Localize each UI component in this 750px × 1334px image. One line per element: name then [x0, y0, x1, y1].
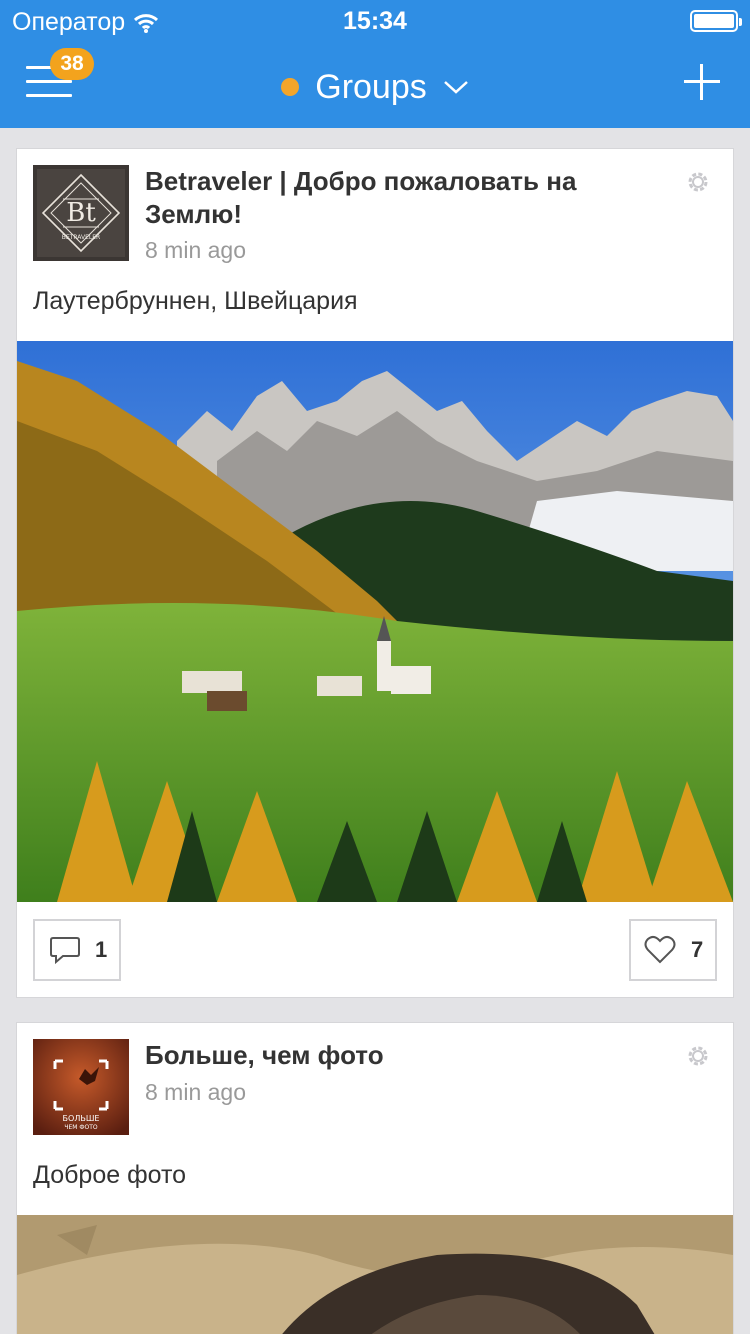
battery-icon [690, 10, 742, 32]
status-dot [281, 78, 300, 96]
comments-count: 1 [95, 937, 108, 962]
svg-text:BETRAVELER: BETRAVELER [62, 234, 100, 241]
comments-button[interactable]: 1 [33, 919, 121, 981]
post-timestamp: 8 min ago [145, 1079, 247, 1105]
group-avatar[interactable]: Bt BETRAVELER [33, 165, 129, 261]
status-bar: Оператор 15:34 [0, 0, 750, 40]
group-avatar[interactable]: БОЛЬШЕ ЧЕМ ФОТО [33, 1039, 129, 1135]
post-card: БОЛЬШЕ ЧЕМ ФОТО Больше, чем фото 8 min a… [16, 1022, 734, 1334]
post-card: Bt BETRAVELER Betraveler | Добро пожалов… [16, 148, 734, 998]
nav-title-bar: Groups [0, 64, 750, 108]
svg-text:БОЛЬШЕ: БОЛЬШЕ [63, 1114, 100, 1123]
add-post-button[interactable] [684, 64, 720, 100]
svg-text:Bt: Bt [66, 198, 96, 228]
gear-icon[interactable] [685, 169, 711, 195]
post-timestamp: 8 min ago [145, 237, 247, 263]
groups-dropdown[interactable]: Groups [281, 66, 469, 108]
post-author[interactable]: Betraveler | Добро пожаловать на Землю! [145, 165, 665, 231]
comment-icon [50, 937, 80, 965]
likes-count: 7 [691, 937, 704, 962]
post-author[interactable]: Больше, чем фото [145, 1039, 665, 1072]
like-button[interactable]: 7 [629, 919, 717, 981]
post-text: Доброе фото [33, 1161, 187, 1189]
heart-icon [644, 935, 676, 964]
chevron-down-icon [443, 81, 468, 94]
clock: 15:34 [343, 7, 407, 35]
top-bar: Оператор 15:34 38 Groups [0, 0, 750, 128]
page-title: Groups [315, 68, 427, 106]
post-photo[interactable] [17, 341, 733, 902]
svg-text:ЧЕМ ФОТО: ЧЕМ ФОТО [64, 1124, 98, 1131]
gear-icon[interactable] [685, 1043, 711, 1069]
post-text: Лаутербруннен, Швейцария [33, 287, 358, 315]
post-photo[interactable] [17, 1215, 733, 1334]
